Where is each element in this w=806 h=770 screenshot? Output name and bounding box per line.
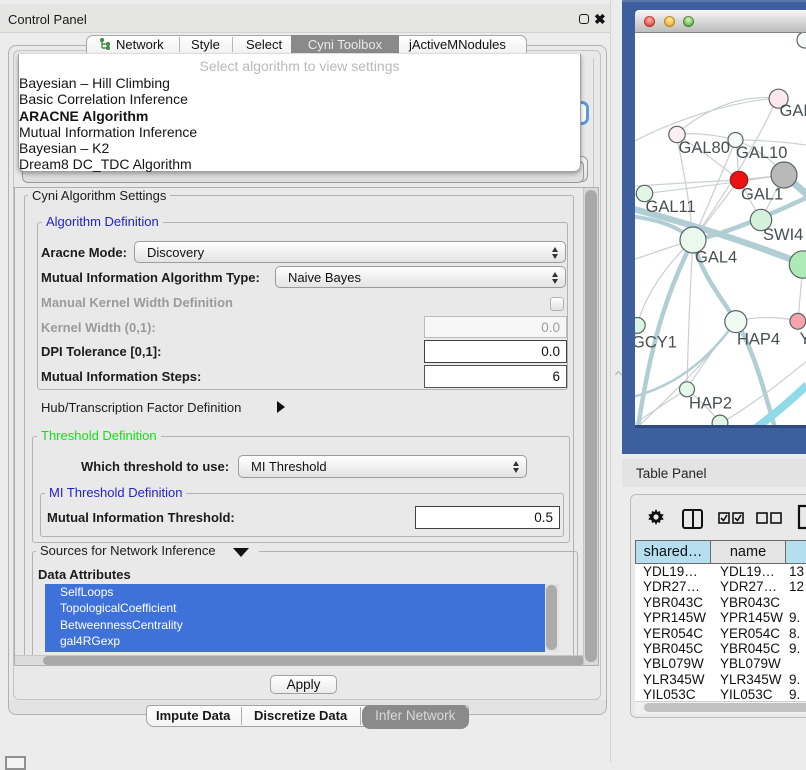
svg-text:GCY1: GCY1: [635, 334, 677, 352]
svg-text:GAL80: GAL80: [679, 139, 730, 157]
svg-text:HAP4: HAP4: [737, 331, 780, 349]
svg-text:GAL11: GAL11: [646, 198, 696, 216]
svg-text:HAP2: HAP2: [689, 395, 732, 413]
svg-text:SWI4: SWI4: [763, 226, 803, 244]
svg-text:GAL1: GAL1: [741, 186, 783, 204]
svg-text:GAL7: GAL7: [780, 102, 806, 120]
svg-text:GAL4: GAL4: [695, 249, 737, 267]
svg-text:YJ: YJ: [800, 330, 806, 348]
svg-text:GAL10: GAL10: [736, 144, 787, 162]
